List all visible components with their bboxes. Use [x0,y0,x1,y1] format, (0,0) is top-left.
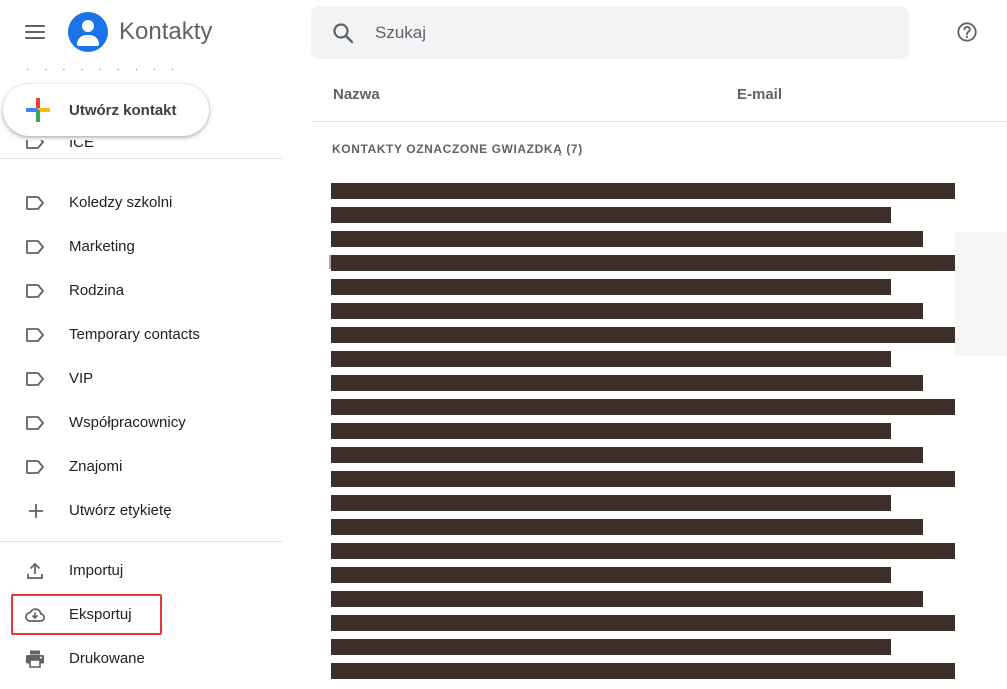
label-icon [26,372,44,386]
sidebar-item-temporary-contacts[interactable]: Temporary contacts [0,313,282,357]
sidebar-item-label: Koledzy szkolni [69,194,173,211]
search-icon[interactable] [331,21,355,45]
sidebar-item-wspolpracownicy[interactable]: Współpracownicy [0,401,282,445]
redacted-row[interactable] [331,183,955,199]
starred-section-title: KONTAKTY OZNACZONE GWIAZDKĄ (7) [332,142,583,156]
column-header-email[interactable]: E-mail [737,86,782,103]
sidebar-item-marketing[interactable]: Marketing [0,225,282,269]
label-icon [26,284,44,298]
redacted-row[interactable] [331,567,891,583]
create-contact-label: Utwórz kontakt [69,102,177,119]
menu-line [25,25,45,27]
sidebar-item-print[interactable]: Drukowane [0,637,282,681]
redacted-row[interactable] [331,447,923,463]
redacted-row[interactable] [331,543,955,559]
redacted-row[interactable] [331,639,891,655]
main-menu-button[interactable] [18,18,52,46]
contacts-table-header: Nazwa E-mail [311,62,1007,122]
sidebar-item-vip[interactable]: VIP [0,357,282,401]
search-input[interactable] [375,6,875,59]
label-icon [26,240,44,254]
redacted-row[interactable] [331,231,923,247]
sidebar-item-export[interactable]: Eksportuj [0,593,282,637]
sidebar-item-label: ICE [69,140,95,151]
sidebar-item-label: Współpracownicy [69,414,186,431]
contacts-logo-icon [68,12,108,52]
column-header-name[interactable]: Nazwa [333,86,380,103]
label-icon [26,328,44,342]
sidebar-item-label: VIP [69,370,94,387]
colorful-plus-icon [26,98,50,122]
redacted-row[interactable] [331,591,923,607]
redacted-row[interactable] [331,375,923,391]
help-icon[interactable] [956,21,978,43]
sidebar-item-label: Znajomi [69,458,123,475]
cloud-download-icon [25,608,46,622]
redacted-row[interactable] [331,471,955,487]
label-icon [26,416,44,430]
redacted-row[interactable] [331,327,955,343]
redacted-row[interactable] [331,279,891,295]
menu-line [25,31,45,33]
printer-icon [26,650,44,668]
sidebar-item-label: Rodzina [69,282,125,299]
redacted-row[interactable] [331,399,955,415]
menu-line [25,37,45,39]
scrolled-content-edge: · · · · · · · · · [26,64,181,70]
redacted-row[interactable] [331,207,891,223]
redacted-row[interactable] [331,423,891,439]
sidebar-item-create-label[interactable]: Utwórz etykietę [0,489,282,533]
label-icon [26,196,44,210]
redacted-row[interactable] [331,495,891,511]
sidebar-item-znajomi[interactable]: Znajomi [0,445,282,489]
upload-icon [27,563,43,579]
sidebar-item-label: Eksportuj [69,606,132,623]
search-box[interactable] [311,6,909,59]
sidebar-item-label: Importuj [69,562,124,579]
sidebar-item-label: Temporary contacts [69,326,200,343]
hover-strip [955,232,1007,356]
divider [0,158,282,159]
sidebar-item-label: Marketing [69,238,135,255]
sidebar-item-label: Utwórz etykietę [69,502,172,519]
redacted-row[interactable] [331,519,923,535]
label-icon [26,460,44,474]
sidebar-item-koledzy-szkolni[interactable]: Koledzy szkolni [0,181,282,225]
sidebar-item-import[interactable]: Importuj [0,549,282,593]
create-contact-button[interactable]: Utwórz kontakt [3,84,209,136]
app-title: Kontakty [119,18,213,45]
redacted-row[interactable] [331,255,955,271]
sidebar-item-rodzina[interactable]: Rodzina [0,269,282,313]
redacted-row[interactable] [331,663,955,679]
plus-icon [29,504,43,518]
redacted-row[interactable] [331,615,955,631]
sidebar-item-ice[interactable]: ICE [0,140,282,158]
label-icon [26,140,44,149]
redacted-row[interactable] [331,303,923,319]
redacted-row[interactable] [331,351,891,367]
divider [0,541,282,542]
sidebar-item-label: Drukowane [69,650,145,667]
